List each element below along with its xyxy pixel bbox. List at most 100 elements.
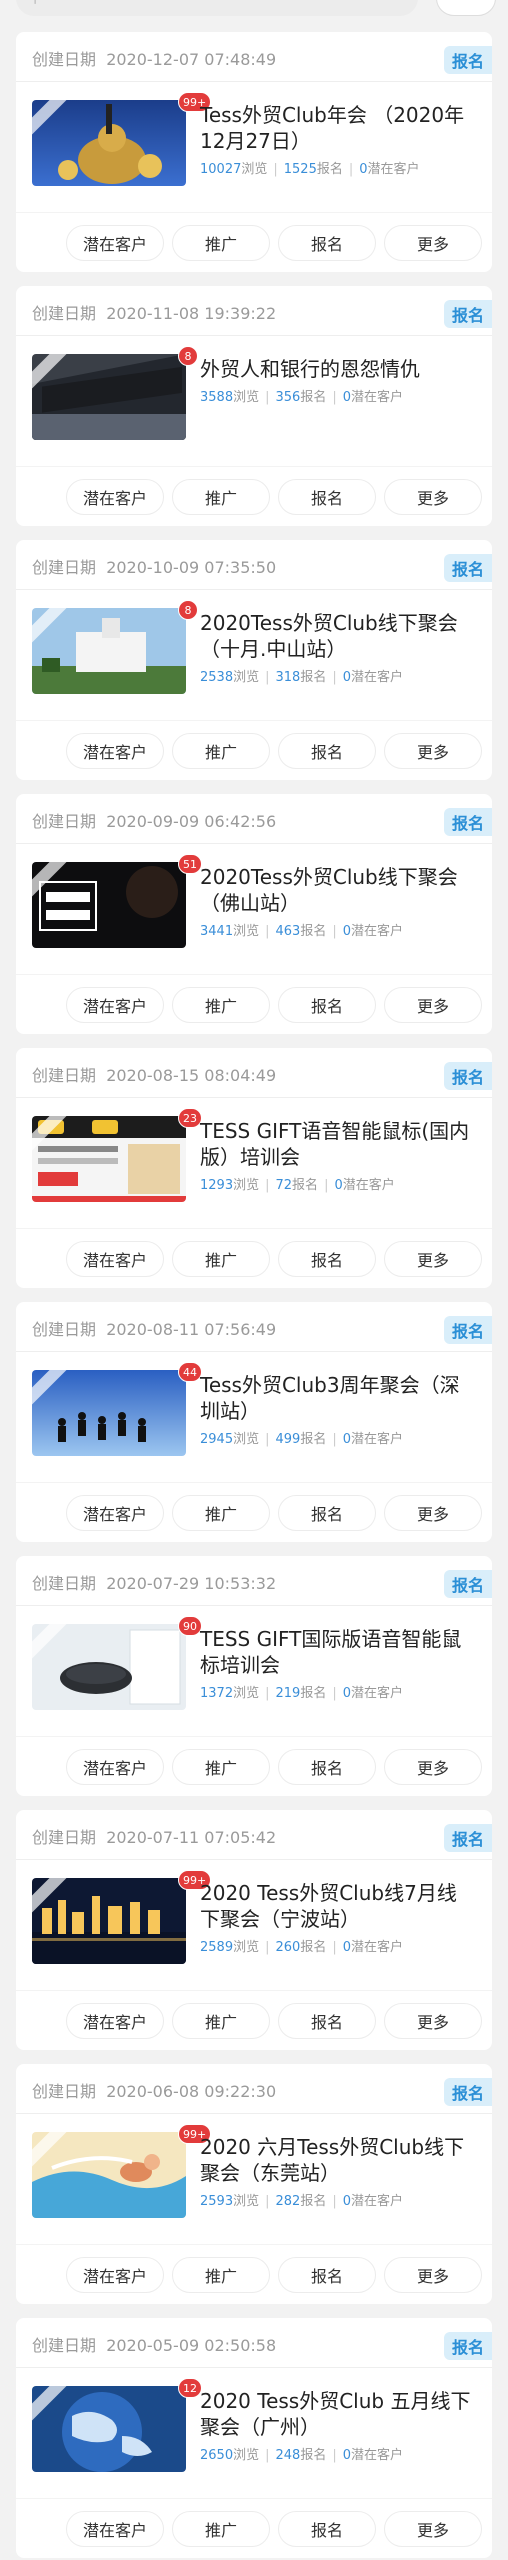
event-card[interactable]: 创建日期 2020-11-08 19:39:22 报名 8 外贸人和银行的恩怨情…	[16, 286, 492, 526]
event-card[interactable]: 创建日期 2020-05-09 02:50:58 报名 12 2020 Tess…	[16, 2318, 492, 2558]
more-button[interactable]: 更多	[384, 1241, 482, 1277]
search-input[interactable]: ⚲	[16, 0, 418, 16]
promote-button[interactable]: 推广	[172, 479, 270, 515]
event-title[interactable]: Tess外贸Club年会 （2020年12月27日）	[200, 102, 472, 154]
promote-button[interactable]: 推广	[172, 2257, 270, 2293]
leads-button[interactable]: 潜在客户 NEW	[66, 1495, 215, 1531]
card-actions: 潜在客户 NEW 推广 报名 更多	[16, 2244, 492, 2304]
event-thumbnail[interactable]	[32, 1624, 186, 1710]
event-stats: 10027浏览 | 1525报名 | 0潜在客户	[200, 162, 420, 177]
leads-button[interactable]: 潜在客户 NEW	[66, 1241, 215, 1277]
promote-button[interactable]: 推广	[172, 1495, 270, 1531]
event-card[interactable]: 创建日期 2020-12-07 07:48:49 报名 99+ Tess外贸Cl…	[16, 32, 492, 272]
event-thumbnail[interactable]	[32, 100, 186, 186]
signup-button[interactable]: 报名	[278, 2511, 376, 2547]
leads-button[interactable]: 潜在客户 NEW	[66, 2257, 215, 2293]
more-button[interactable]: 更多	[384, 479, 482, 515]
leads-button[interactable]: 潜在客户 NEW	[66, 479, 215, 515]
unread-count-badge: 8	[178, 600, 198, 620]
event-thumbnail[interactable]	[32, 862, 186, 948]
signup-button[interactable]: 报名	[278, 2003, 376, 2039]
event-title[interactable]: 2020 六月Tess外贸Club线下聚会（东莞站）	[200, 2134, 472, 2186]
more-button[interactable]: 更多	[384, 2257, 482, 2293]
card-actions: 潜在客户 NEW 推广 报名 更多	[16, 2498, 492, 2558]
views-label: 浏览	[233, 1178, 260, 1193]
more-button[interactable]: 更多	[384, 225, 482, 261]
promote-button[interactable]: 推广	[172, 733, 270, 769]
event-thumbnail[interactable]	[32, 1878, 186, 1964]
promote-button[interactable]: 推广	[172, 225, 270, 261]
leads-button[interactable]: 潜在客户 NEW	[66, 2511, 215, 2547]
event-card[interactable]: 创建日期 2020-10-09 07:35:50 报名 8 2020Tess外贸…	[16, 540, 492, 780]
leads-button[interactable]: 潜在客户 NEW	[66, 1749, 215, 1785]
created-date: 创建日期 2020-10-09 07:35:50	[32, 558, 277, 577]
event-title[interactable]: 外贸人和银行的恩怨情仇	[200, 356, 472, 382]
event-card[interactable]: 创建日期 2020-06-08 09:22:30 报名 99+ 2020 六月T…	[16, 2064, 492, 2304]
more-button[interactable]: 更多	[384, 2511, 482, 2547]
signups-count: 463	[275, 924, 301, 939]
event-title[interactable]: 2020Tess外贸Club线下聚会（佛山站）	[200, 864, 472, 916]
signup-button[interactable]: 报名	[278, 1749, 376, 1785]
event-card[interactable]: 创建日期 2020-08-11 07:56:49 报名 44 Tess外贸Clu…	[16, 1302, 492, 1542]
event-thumbnail[interactable]	[32, 354, 186, 440]
more-button[interactable]: 更多	[384, 1749, 482, 1785]
event-stats: 3588浏览 | 356报名 | 0潜在客户	[200, 390, 404, 405]
event-thumbnail[interactable]	[32, 2132, 186, 2218]
created-date: 创建日期 2020-09-09 06:42:56	[32, 812, 277, 831]
unread-count-badge: 51	[178, 854, 202, 874]
promote-button[interactable]: 推广	[172, 1749, 270, 1785]
created-date: 创建日期 2020-08-11 07:56:49	[32, 1320, 277, 1339]
more-button[interactable]: 更多	[384, 2003, 482, 2039]
card-header: 创建日期 2020-08-15 08:04:49 报名	[16, 1048, 492, 1098]
leads-label: 潜在客户	[351, 1940, 404, 1955]
card-actions: 潜在客户 NEW 推广 报名 更多	[16, 1482, 492, 1542]
event-title[interactable]: Tess外贸Club3周年聚会（深圳站）	[200, 1372, 472, 1424]
card-header: 创建日期 2020-09-09 06:42:56 报名	[16, 794, 492, 844]
signup-button[interactable]: 报名	[278, 2257, 376, 2293]
promote-button[interactable]: 推广	[172, 2511, 270, 2547]
filter-button[interactable]	[436, 0, 496, 16]
more-button[interactable]: 更多	[384, 1495, 482, 1531]
created-date: 创建日期 2020-07-29 10:53:32	[32, 1574, 277, 1593]
type-tag: 报名	[443, 46, 492, 74]
signup-button[interactable]: 报名	[278, 733, 376, 769]
leads-button[interactable]: 潜在客户 NEW	[66, 733, 215, 769]
event-card[interactable]: 创建日期 2020-08-15 08:04:49 报名 23 TESS GIFT…	[16, 1048, 492, 1288]
more-button[interactable]: 更多	[384, 733, 482, 769]
event-card[interactable]: 创建日期 2020-07-11 07:05:42 报名 99+ 2020 Tes…	[16, 1810, 492, 2050]
unread-count-badge: 12	[178, 2378, 202, 2398]
more-button[interactable]: 更多	[384, 987, 482, 1023]
event-title[interactable]: 2020Tess外贸Club线下聚会（十月.中山站）	[200, 610, 472, 662]
promote-button[interactable]: 推广	[172, 2003, 270, 2039]
card-header: 创建日期 2020-11-08 19:39:22 报名	[16, 286, 492, 336]
signup-button[interactable]: 报名	[278, 1241, 376, 1277]
type-tag: 报名	[443, 554, 492, 582]
event-thumbnail[interactable]	[32, 1370, 186, 1456]
event-thumbnail[interactable]	[32, 2386, 186, 2472]
event-title[interactable]: 2020 Tess外贸Club线7月线下聚会（宁波站）	[200, 1880, 472, 1932]
signup-button[interactable]: 报名	[278, 1495, 376, 1531]
leads-button[interactable]: 潜在客户 NEW	[66, 987, 215, 1023]
event-title[interactable]: TESS GIFT国际版语音智能鼠标培训会	[200, 1626, 472, 1678]
event-thumbnail[interactable]	[32, 1116, 186, 1202]
views-count: 2650	[200, 2448, 234, 2463]
promote-button[interactable]: 推广	[172, 987, 270, 1023]
event-thumbnail[interactable]	[32, 608, 186, 694]
type-tag: 报名	[443, 1316, 492, 1344]
card-header: 创建日期 2020-12-07 07:48:49 报名	[16, 32, 492, 82]
signups-count: 318	[275, 670, 301, 685]
signup-button[interactable]: 报名	[278, 225, 376, 261]
views-label: 浏览	[233, 390, 260, 405]
event-title[interactable]: TESS GIFT语音智能鼠标(国内版）培训会	[200, 1118, 472, 1170]
signup-button[interactable]: 报名	[278, 987, 376, 1023]
signups-label: 报名	[300, 2448, 327, 2463]
event-card[interactable]: 创建日期 2020-09-09 06:42:56 报名 51 2020Tess外…	[16, 794, 492, 1034]
unread-count-badge: 8	[178, 346, 198, 366]
event-card[interactable]: 创建日期 2020-07-29 10:53:32 报名 90 TESS GIFT…	[16, 1556, 492, 1796]
leads-button[interactable]: 潜在客户 NEW	[66, 225, 215, 261]
signup-button[interactable]: 报名	[278, 479, 376, 515]
leads-button[interactable]: 潜在客户 NEW	[66, 2003, 215, 2039]
event-list: 创建日期 2020-12-07 07:48:49 报名 99+ Tess外贸Cl…	[16, 32, 492, 2560]
event-title[interactable]: 2020 Tess外贸Club 五月线下聚会（广州）	[200, 2388, 472, 2440]
promote-button[interactable]: 推广	[172, 1241, 270, 1277]
